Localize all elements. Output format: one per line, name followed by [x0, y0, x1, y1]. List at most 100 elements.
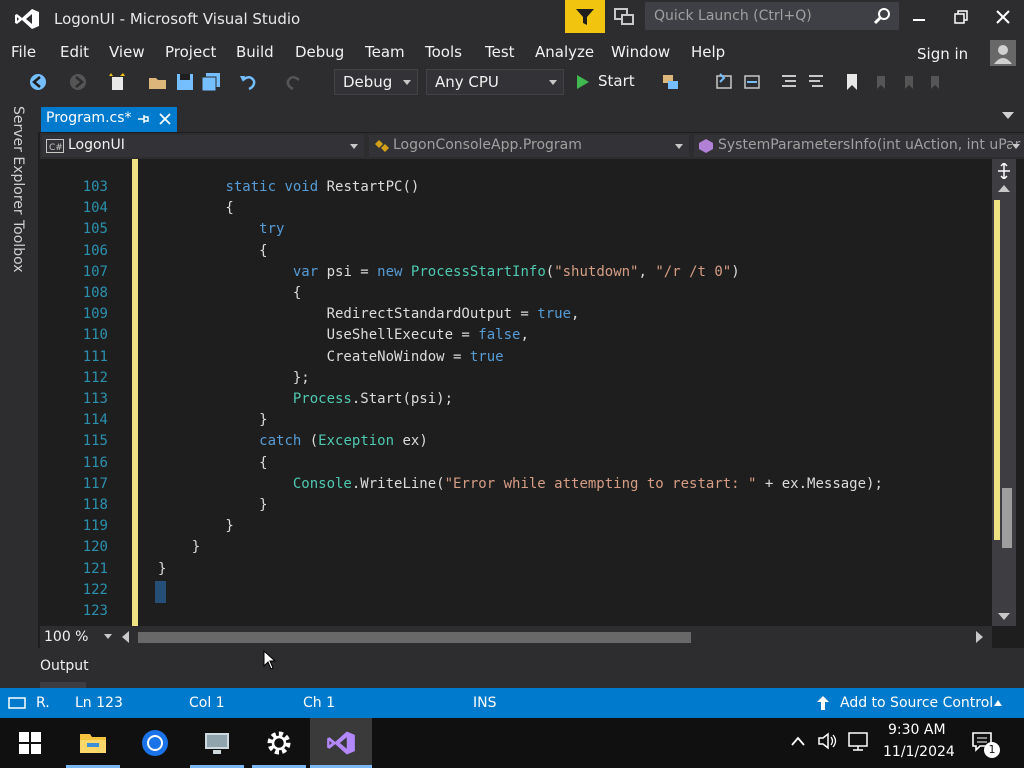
project-dropdown[interactable]: C# LogonUI [42, 135, 364, 157]
menu-build[interactable]: Build [236, 43, 274, 61]
new-project-icon[interactable] [108, 72, 128, 92]
taskbar-visual-studio[interactable] [310, 718, 372, 768]
restore-button[interactable] [941, 0, 981, 33]
status-line: Ln 123 [75, 695, 123, 711]
code-text[interactable]: static void RestartPC() { try { var psi … [158, 177, 883, 622]
menu-tools[interactable]: Tools [425, 43, 462, 61]
vertical-scroll-thumb[interactable] [1002, 488, 1012, 548]
taskbar-clock-date[interactable]: 11/1/2024 [883, 744, 955, 760]
member-dropdown[interactable]: SystemParametersInfo(int uAction, int uP… [694, 135, 1024, 157]
feedback-icon[interactable] [612, 6, 636, 28]
scroll-right-arrow-icon[interactable] [976, 631, 984, 643]
step-over-icon[interactable] [742, 72, 762, 92]
pin-icon[interactable] [137, 113, 149, 125]
split-editor-icon[interactable] [996, 163, 1012, 179]
scrollbar-change-map [994, 200, 1000, 540]
taskbar-chrome[interactable] [124, 718, 186, 768]
step-into-icon[interactable] [714, 72, 734, 92]
redo-icon[interactable] [284, 72, 304, 92]
notifications-filter-button[interactable] [565, 0, 605, 33]
menu-team[interactable]: Team [365, 43, 405, 61]
action-center-button[interactable]: 1 [970, 730, 1002, 760]
side-tool-strip: Server Explorer Toolbox [0, 100, 38, 688]
tab-overflow-chevron-icon[interactable] [1002, 112, 1014, 120]
menu-help[interactable]: Help [691, 43, 725, 61]
line-number: 118 [82, 497, 108, 514]
menu-file[interactable]: File [11, 43, 36, 61]
platform-value: Any CPU [435, 73, 499, 91]
server-explorer-tab[interactable]: Server Explorer [10, 106, 26, 215]
menu-debug[interactable]: Debug [295, 43, 344, 61]
tab-program-cs[interactable]: Program.cs* [41, 107, 177, 132]
close-window-button[interactable] [983, 0, 1023, 33]
line-number: 103 [82, 179, 108, 195]
svg-text:C#: C# [49, 143, 63, 153]
save-all-icon[interactable] [201, 72, 221, 92]
menu-window[interactable]: Window [611, 43, 670, 61]
code-line-116: { [158, 454, 268, 471]
comment-lines-icon[interactable] [779, 72, 799, 92]
toolbox-tab[interactable]: Toolbox [10, 220, 26, 273]
next-bookmark-icon[interactable] [900, 72, 920, 92]
status-ready-text: R. [36, 695, 50, 711]
navigate-back-icon[interactable] [28, 72, 48, 92]
menu-bar: File Edit View Project Build Debug Team … [0, 36, 1024, 66]
output-tab[interactable]: Output [40, 658, 89, 674]
menu-project[interactable]: Project [165, 43, 216, 61]
menu-test[interactable]: Test [485, 43, 515, 61]
code-editor[interactable]: 103 104 105 106 107 108 109 110 111 112 113 114 115 1… [40, 159, 992, 626]
open-folder-icon[interactable] [148, 72, 168, 92]
chevron-down-icon [549, 80, 557, 85]
line-number: 121 [82, 560, 108, 577]
taskbar-file-explorer[interactable] [62, 718, 124, 768]
line-number: 113 [82, 391, 108, 408]
previous-bookmark-icon[interactable] [872, 72, 892, 92]
sign-in-link[interactable]: Sign in [917, 45, 968, 63]
volume-icon[interactable] [818, 732, 838, 750]
network-icon[interactable] [848, 732, 870, 752]
horizontal-scroll-thumb[interactable] [138, 632, 691, 643]
scroll-up-arrow-icon[interactable] [998, 185, 1010, 193]
quick-launch-box[interactable]: Quick Launch (Ctrl+Q) [645, 2, 899, 30]
taskbar-clock-time[interactable]: 9:30 AM [888, 722, 946, 738]
code-line-113: Process.Start(psi); [292, 391, 454, 408]
solution-configuration-dropdown[interactable]: Debug [334, 69, 418, 95]
code-line-114: } [158, 412, 268, 429]
scroll-down-arrow-icon[interactable] [998, 613, 1010, 621]
minimize-button[interactable] [899, 0, 939, 33]
add-to-source-control-button[interactable]: Add to Source Control [815, 688, 1010, 718]
code-line-118: } [158, 497, 268, 514]
zoom-level-dropdown[interactable]: 100 % [44, 629, 88, 645]
show-hidden-icons-chevron-icon[interactable] [791, 736, 805, 746]
bookmark-icon[interactable] [842, 72, 862, 92]
solution-platform-dropdown[interactable]: Any CPU [426, 69, 564, 95]
status-window-icon [8, 697, 26, 709]
navigate-forward-icon[interactable] [68, 72, 88, 92]
undo-icon[interactable] [238, 72, 258, 92]
menu-view[interactable]: View [109, 43, 145, 61]
code-line-112: }; [158, 369, 310, 386]
restore-icon [954, 9, 968, 24]
taskbar-remote-desktop[interactable] [186, 718, 248, 768]
line-number: 115 [82, 433, 108, 450]
class-dropdown[interactable]: LogonConsoleApp.Program [369, 135, 689, 157]
close-icon [996, 9, 1010, 24]
find-in-files-icon[interactable] [661, 72, 681, 92]
status-insert-mode: INS [473, 695, 497, 711]
save-icon[interactable] [175, 72, 195, 92]
start-menu-button[interactable] [0, 718, 60, 768]
navigation-bar: C# LogonUI LogonConsoleApp.Program Syste… [40, 133, 1024, 159]
standard-toolbar: Debug Any CPU Start [0, 66, 1024, 100]
close-tab-icon[interactable] [159, 113, 171, 125]
uncomment-lines-icon[interactable] [806, 72, 826, 92]
scroll-left-arrow-icon[interactable] [122, 631, 130, 643]
windows-logo-icon [19, 732, 41, 754]
line-number-gutter: 103 104 105 106 107 108 109 110 111 112 113 114 115 1… [70, 177, 108, 622]
account-icon[interactable] [990, 40, 1016, 66]
chevron-down-icon[interactable] [104, 634, 112, 640]
menu-edit[interactable]: Edit [60, 43, 89, 61]
start-debugging-button[interactable]: Start [574, 70, 646, 94]
taskbar-settings[interactable] [248, 718, 310, 768]
menu-analyze[interactable]: Analyze [535, 43, 594, 61]
clear-bookmarks-icon[interactable] [926, 72, 946, 92]
